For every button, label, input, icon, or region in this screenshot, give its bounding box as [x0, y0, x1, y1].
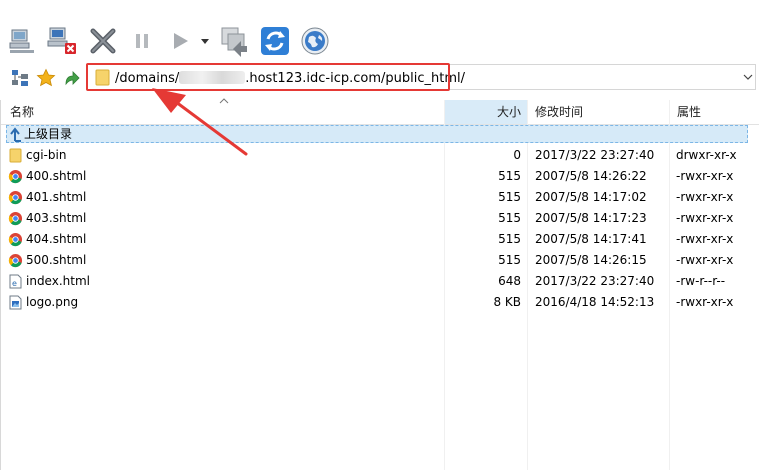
folder-icon — [9, 148, 22, 163]
chevron-down-icon[interactable] — [743, 73, 753, 81]
window-top-strip — [0, 0, 759, 23]
chrome-icon — [8, 232, 23, 247]
path-text: /domains/.host123.idc-icp.com/public_htm… — [115, 71, 465, 86]
svg-text:e: e — [12, 279, 17, 288]
selection-highlight — [6, 125, 748, 143]
chrome-icon — [8, 211, 23, 226]
address-bar-row: /domains/.host123.idc-icp.com/public_htm… — [0, 60, 759, 96]
column-header-attributes[interactable]: 属性 — [669, 100, 759, 124]
refresh-icon — [261, 27, 289, 55]
file-row[interactable]: logo.png 8 KB 2016/4/18 14:52:13 -rwxr-x… — [0, 292, 759, 313]
html-file-icon: e — [9, 274, 22, 289]
play-dropdown-button[interactable] — [198, 24, 212, 58]
chrome-icon — [8, 253, 23, 268]
queue-icon — [221, 27, 247, 57]
file-row[interactable]: 400.shtml 515 2007/5/8 14:26:22 -rwxr-xr… — [0, 166, 759, 187]
favorites-button[interactable] — [34, 64, 58, 92]
sitemap-icon — [12, 70, 28, 86]
file-list-header: 名称 大小 修改时间 属性 — [0, 98, 759, 125]
refresh-button[interactable] — [258, 24, 292, 58]
pause-button[interactable] — [128, 24, 156, 58]
queue-button[interactable] — [217, 24, 253, 58]
site-list-button[interactable] — [8, 64, 32, 92]
globe-icon — [301, 27, 329, 55]
toolbar — [0, 22, 759, 60]
dropdown-icon — [201, 39, 209, 44]
disconnect-icon — [47, 27, 76, 54]
chrome-icon — [8, 190, 23, 205]
sort-ascending-icon — [219, 98, 229, 104]
folder-icon — [95, 69, 110, 86]
column-header-modified[interactable]: 修改时间 — [527, 100, 669, 124]
site-manager-button[interactable] — [298, 24, 332, 58]
chrome-icon — [8, 169, 23, 184]
up-arrow-icon — [10, 127, 21, 142]
file-row-parent-dir[interactable]: 上级目录 — [0, 124, 759, 145]
play-button[interactable] — [166, 24, 194, 58]
play-icon — [174, 33, 188, 49]
column-header-size[interactable]: 大小 — [445, 100, 527, 124]
connect-button[interactable] — [6, 24, 40, 58]
file-row[interactable]: cgi-bin 0 2017/3/22 23:27:40 drwxr-xr-x — [0, 145, 759, 166]
green-up-arrow-icon — [65, 71, 80, 86]
file-row[interactable]: 403.shtml 515 2007/5/8 14:17:23 -rwxr-xr… — [0, 208, 759, 229]
cancel-button[interactable] — [86, 24, 120, 58]
pause-icon — [136, 34, 148, 48]
redacted-domain — [179, 71, 246, 84]
file-row[interactable]: 500.shtml 515 2007/5/8 14:26:15 -rwxr-xr… — [0, 250, 759, 271]
parent-directory-button[interactable] — [60, 64, 84, 92]
connect-icon — [9, 29, 34, 53]
image-file-icon — [9, 295, 22, 310]
disconnect-button[interactable] — [45, 24, 79, 58]
file-row[interactable]: 404.shtml 515 2007/5/8 14:17:41 -rwxr-xr… — [0, 229, 759, 250]
star-icon — [36, 68, 56, 87]
path-input[interactable]: /domains/.host123.idc-icp.com/public_htm… — [86, 64, 756, 90]
file-row[interactable]: 401.shtml 515 2007/5/8 14:17:02 -rwxr-xr… — [0, 187, 759, 208]
cancel-icon — [90, 28, 116, 54]
file-row[interactable]: e index.html 648 2017/3/22 23:27:40 -rw-… — [0, 271, 759, 292]
